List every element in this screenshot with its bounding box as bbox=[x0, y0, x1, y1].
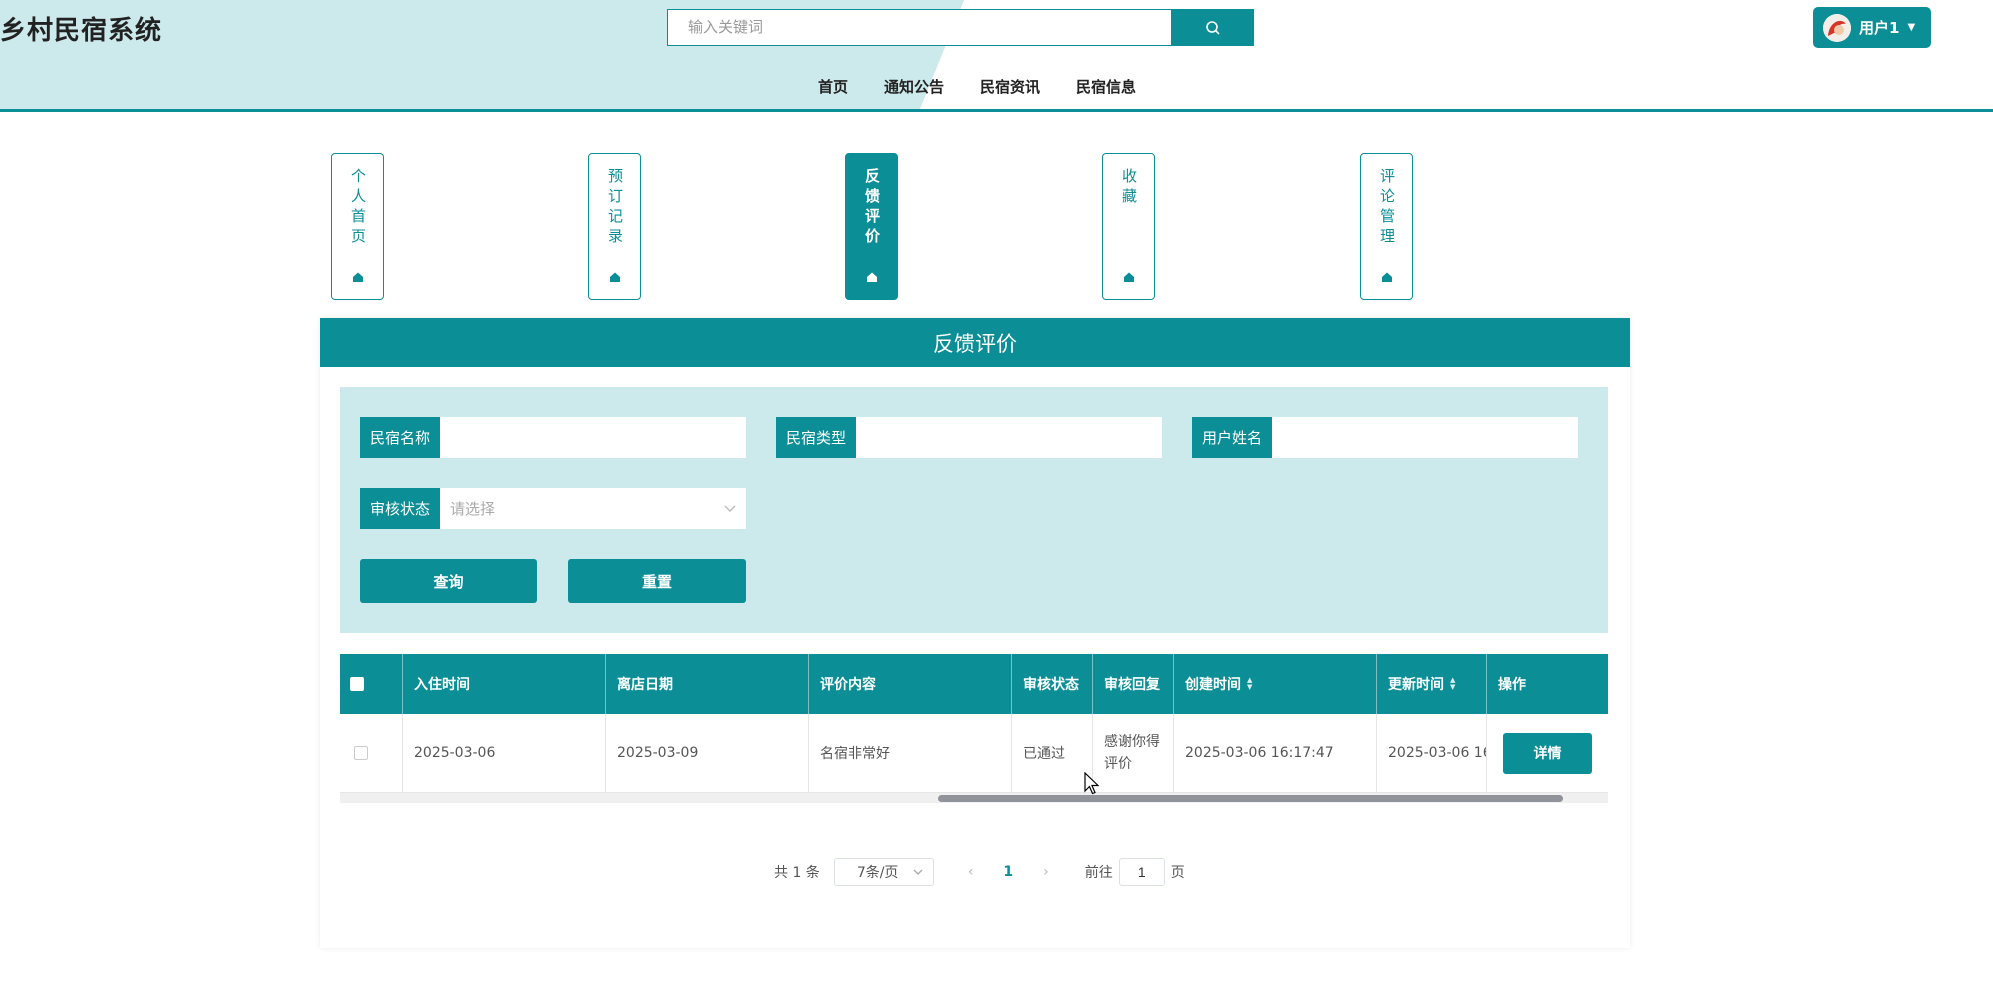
mouse-cursor-icon bbox=[1084, 772, 1100, 795]
next-page-icon[interactable]: › bbox=[1043, 864, 1049, 880]
site-logo: 乡村民宿系统 bbox=[0, 16, 163, 46]
query-button[interactable]: 查询 bbox=[360, 559, 537, 603]
nav-home[interactable]: 首页 bbox=[800, 76, 866, 97]
cell-checkout: 2025-03-09 bbox=[606, 714, 809, 792]
field-label: 民宿类型 bbox=[776, 417, 857, 458]
tab-profile[interactable]: 个人首页 bbox=[331, 153, 384, 300]
field-label: 用户姓名 bbox=[1192, 417, 1273, 458]
home-icon bbox=[1123, 272, 1134, 282]
row-checkbox[interactable] bbox=[354, 746, 368, 760]
col-status: 审核状态 bbox=[1012, 654, 1093, 714]
goto-suffix: 页 bbox=[1170, 865, 1185, 881]
homestay-type-field: 民宿类型 bbox=[776, 417, 1162, 458]
select-placeholder: 请选择 bbox=[450, 500, 496, 518]
feedback-table: 入住时间 离店日期 评价内容 审核状态 审核回复 创建时间 ▲ ▼ 更新时间 ▲ ▼… bbox=[340, 654, 1608, 803]
cell-created: 2025-03-06 16:17:47 bbox=[1174, 714, 1377, 792]
user-name: 用户1 bbox=[1859, 19, 1900, 37]
home-icon bbox=[609, 272, 620, 282]
horizontal-scrollbar[interactable] bbox=[340, 793, 1608, 803]
tab-bookings[interactable]: 预订记录 bbox=[588, 153, 641, 300]
col-reply: 审核回复 bbox=[1093, 654, 1174, 714]
goto-prefix: 前往 bbox=[1084, 865, 1113, 881]
prev-page-icon[interactable]: ‹ bbox=[968, 864, 974, 880]
col-updated[interactable]: 更新时间 ▲ ▼ bbox=[1377, 654, 1487, 714]
main-nav: 首页 通知公告 民宿资讯 民宿信息 bbox=[800, 76, 1154, 97]
nav-homestays[interactable]: 民宿信息 bbox=[1058, 76, 1154, 97]
pagination: 共 1 条 7条/页 ‹ 1 › 前往 页 bbox=[774, 858, 1185, 886]
total-count: 共 1 条 bbox=[774, 865, 820, 881]
tab-favorites[interactable]: 收藏 bbox=[1102, 153, 1155, 300]
table-row: 2025-03-06 2025-03-09 名宿非常好 已通过 感谢你得评价 2… bbox=[340, 714, 1608, 793]
avatar bbox=[1823, 13, 1851, 42]
table-header: 入住时间 离店日期 评价内容 审核状态 审核回复 创建时间 ▲ ▼ 更新时间 ▲ ▼… bbox=[340, 654, 1608, 714]
chevron-down-icon: ▼ bbox=[1907, 22, 1916, 33]
home-icon bbox=[866, 272, 877, 282]
select-all-cell bbox=[340, 654, 403, 714]
filter-form: 民宿名称 民宿类型 用户姓名 审核状态 请选择 查询 重置 bbox=[340, 387, 1608, 633]
search-button[interactable] bbox=[1172, 9, 1254, 46]
select-all-checkbox[interactable] bbox=[350, 677, 364, 691]
page-number[interactable]: 1 bbox=[1003, 864, 1013, 880]
tab-comments[interactable]: 评论管理 bbox=[1360, 153, 1413, 300]
row-select-cell bbox=[340, 714, 403, 792]
page-size-select[interactable]: 7条/页 bbox=[833, 858, 934, 886]
homestay-name-input[interactable] bbox=[440, 417, 746, 458]
search-icon bbox=[1206, 20, 1220, 35]
audit-status-field: 审核状态 请选择 bbox=[360, 488, 746, 529]
nav-notices[interactable]: 通知公告 bbox=[866, 76, 962, 97]
col-content: 评价内容 bbox=[809, 654, 1012, 714]
chevron-down-icon bbox=[913, 869, 923, 875]
page-size-value: 7条/页 bbox=[856, 865, 899, 881]
col-action: 操作 bbox=[1498, 677, 1526, 693]
cell-action: 详情 bbox=[1487, 714, 1608, 792]
cell-reply: 感谢你得评价 bbox=[1093, 714, 1174, 792]
detail-button[interactable]: 详情 bbox=[1503, 732, 1592, 774]
sort-icon[interactable]: ▲ ▼ bbox=[1450, 677, 1455, 691]
col-created[interactable]: 创建时间 ▲ ▼ bbox=[1174, 654, 1377, 714]
reset-button[interactable]: 重置 bbox=[568, 559, 746, 603]
tab-feedback[interactable]: 反馈评价 bbox=[845, 153, 898, 300]
col-checkout: 离店日期 bbox=[606, 654, 809, 714]
tab-label: 收藏 bbox=[1120, 168, 1138, 208]
user-menu-button[interactable]: 用户1 ▼ bbox=[1813, 7, 1931, 48]
tab-label: 个人首页 bbox=[349, 168, 367, 248]
col-checkin: 入住时间 bbox=[403, 654, 606, 714]
search-bar bbox=[667, 9, 1254, 46]
chevron-down-icon bbox=[724, 505, 736, 512]
tab-label: 预订记录 bbox=[606, 168, 624, 248]
col-created-label: 创建时间 bbox=[1185, 677, 1241, 693]
nav-news[interactable]: 民宿资讯 bbox=[962, 76, 1058, 97]
scrollbar-thumb[interactable] bbox=[938, 795, 1563, 802]
field-label: 审核状态 bbox=[360, 488, 441, 529]
panel-title: 反馈评价 bbox=[320, 318, 1630, 367]
audit-status-select[interactable]: 请选择 bbox=[440, 488, 746, 529]
user-name-field: 用户姓名 bbox=[1192, 417, 1578, 458]
cell-content: 名宿非常好 bbox=[809, 714, 1012, 792]
col-updated-label: 更新时间 bbox=[1388, 677, 1444, 693]
home-icon bbox=[1381, 272, 1392, 282]
feedback-panel: 反馈评价 民宿名称 民宿类型 用户姓名 审核状态 请选择 查询 重置 入住时间 … bbox=[320, 318, 1630, 948]
field-label: 民宿名称 bbox=[360, 417, 441, 458]
site-header: 乡村民宿系统 用户1 ▼ 首页 通知公告 民宿资讯 民宿信息 bbox=[0, 0, 1993, 112]
homestay-type-input[interactable] bbox=[856, 417, 1162, 458]
tab-label: 评论管理 bbox=[1378, 168, 1396, 248]
search-input[interactable] bbox=[667, 9, 1172, 46]
goto-page-input[interactable] bbox=[1118, 858, 1165, 886]
cell-checkin: 2025-03-06 bbox=[403, 714, 606, 792]
homestay-name-field: 民宿名称 bbox=[360, 417, 746, 458]
sort-icon[interactable]: ▲ ▼ bbox=[1247, 677, 1252, 691]
tab-label: 反馈评价 bbox=[863, 168, 881, 248]
cell-updated: 2025-03-06 16:17:47 bbox=[1377, 714, 1487, 792]
home-icon bbox=[352, 272, 363, 282]
user-name-input[interactable] bbox=[1272, 417, 1578, 458]
cell-status: 已通过 bbox=[1012, 714, 1093, 792]
